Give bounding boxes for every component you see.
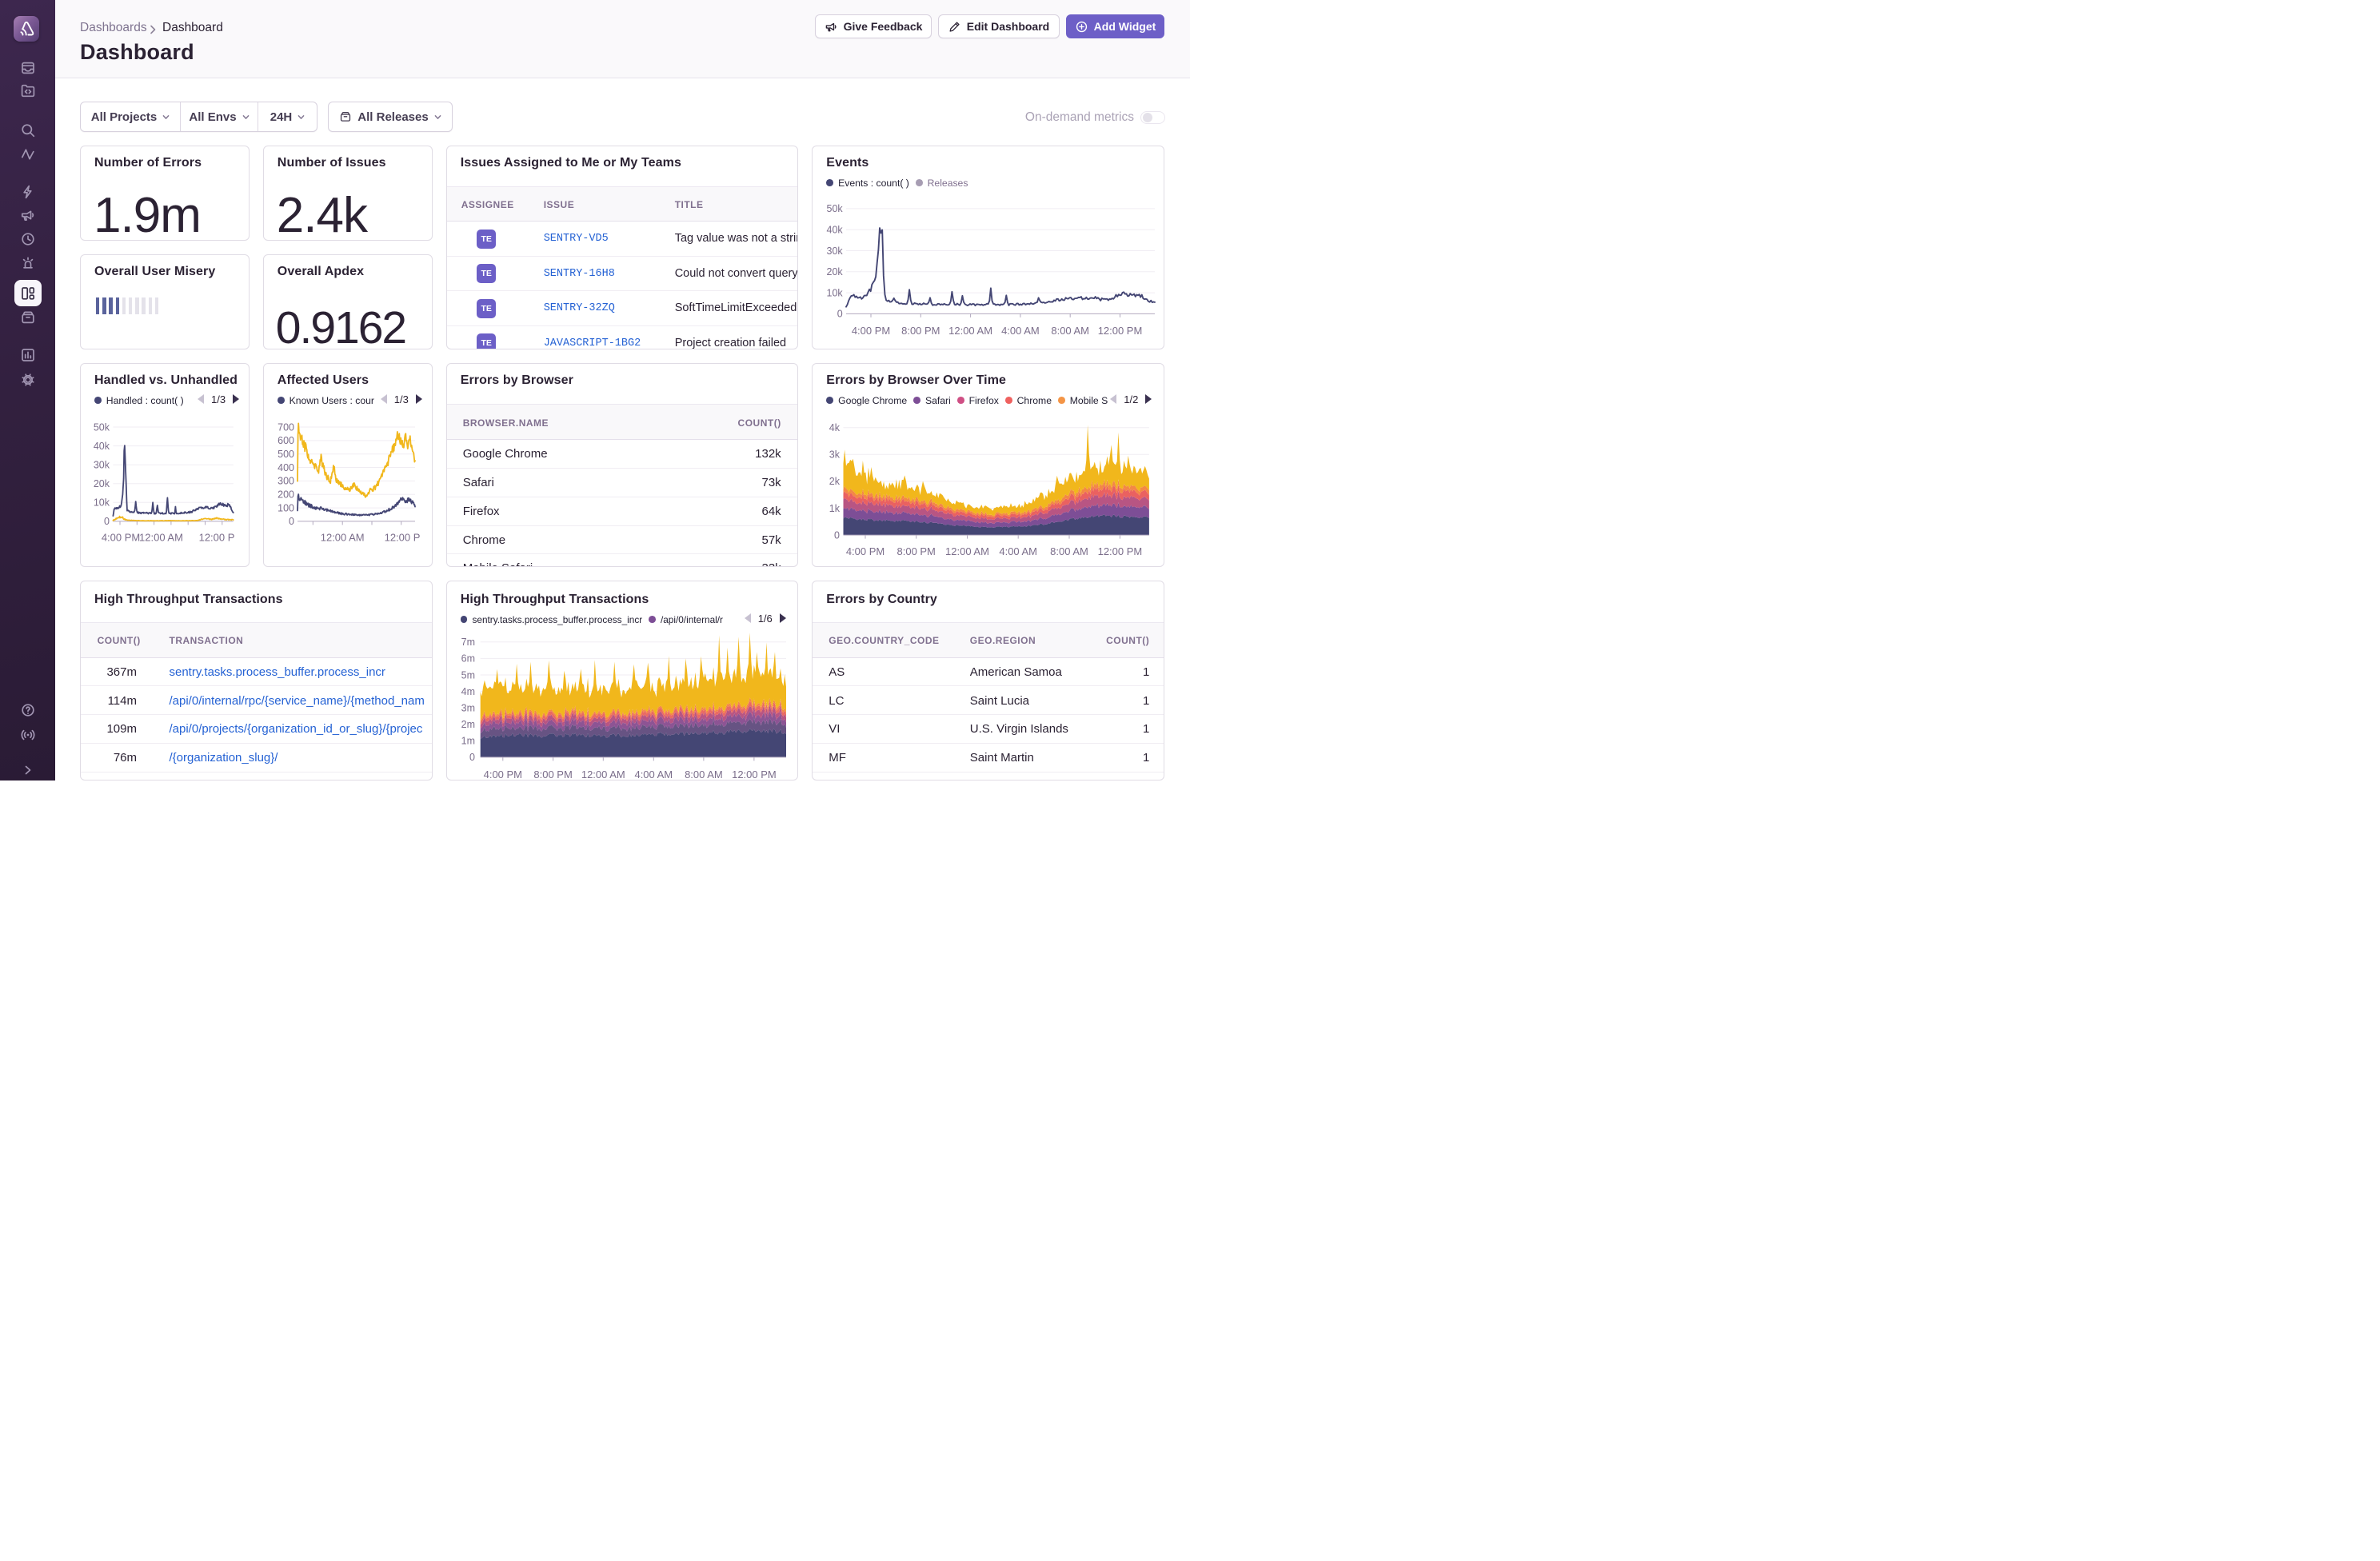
svg-text:4k: 4k: [829, 422, 841, 433]
svg-text:500: 500: [278, 449, 294, 460]
svg-text:400: 400: [278, 461, 294, 473]
svg-text:0: 0: [834, 529, 840, 541]
svg-text:1m: 1m: [461, 735, 474, 746]
svg-text:10k: 10k: [94, 497, 110, 508]
svg-text:4m: 4m: [461, 685, 474, 697]
svg-text:8:00 AM: 8:00 AM: [1050, 545, 1088, 557]
svg-text:7m: 7m: [461, 637, 474, 648]
svg-text:5m: 5m: [461, 669, 474, 681]
svg-text:200: 200: [278, 489, 294, 500]
svg-text:0: 0: [104, 516, 110, 527]
svg-text:4:00 AM: 4:00 AM: [1001, 324, 1040, 336]
svg-text:600: 600: [278, 435, 294, 446]
svg-text:3k: 3k: [829, 449, 841, 460]
svg-text:8:00 AM: 8:00 AM: [1052, 324, 1090, 336]
svg-text:12:00 AM: 12:00 AM: [581, 768, 625, 780]
svg-text:12:00 P: 12:00 P: [384, 531, 420, 543]
svg-text:12:00 AM: 12:00 AM: [948, 324, 992, 336]
svg-text:4:00 PM: 4:00 PM: [846, 545, 885, 557]
svg-text:40k: 40k: [94, 440, 110, 451]
svg-text:1k: 1k: [829, 502, 841, 513]
svg-text:20k: 20k: [827, 266, 844, 277]
svg-text:100: 100: [278, 502, 294, 513]
svg-text:0: 0: [289, 516, 294, 527]
svg-text:4:00 AM: 4:00 AM: [634, 768, 673, 780]
svg-text:8:00 PM: 8:00 PM: [533, 768, 572, 780]
svg-text:12:00 PM: 12:00 PM: [1098, 324, 1143, 336]
svg-text:12:00 P: 12:00 P: [199, 531, 235, 543]
svg-text:2k: 2k: [829, 476, 841, 487]
svg-text:4:00 PM: 4:00 PM: [102, 531, 140, 543]
svg-text:4:00 AM: 4:00 AM: [1000, 545, 1038, 557]
svg-text:40k: 40k: [827, 224, 844, 235]
svg-text:30k: 30k: [827, 245, 844, 256]
svg-text:12:00 AM: 12:00 AM: [139, 531, 183, 543]
svg-text:8:00 AM: 8:00 AM: [685, 768, 723, 780]
svg-text:300: 300: [278, 475, 294, 486]
svg-text:50k: 50k: [94, 421, 110, 433]
svg-text:12:00 PM: 12:00 PM: [732, 768, 777, 780]
svg-text:2m: 2m: [461, 718, 474, 729]
svg-text:12:00 AM: 12:00 AM: [321, 531, 365, 543]
svg-text:4:00 PM: 4:00 PM: [483, 768, 521, 780]
svg-text:0: 0: [469, 752, 475, 763]
svg-text:50k: 50k: [827, 203, 844, 214]
svg-text:4:00 PM: 4:00 PM: [852, 324, 890, 336]
svg-text:12:00 AM: 12:00 AM: [945, 545, 989, 557]
svg-text:6m: 6m: [461, 653, 474, 664]
svg-text:10k: 10k: [827, 287, 844, 298]
svg-text:8:00 PM: 8:00 PM: [901, 324, 940, 336]
svg-text:0: 0: [837, 308, 843, 319]
svg-text:20k: 20k: [94, 477, 110, 489]
svg-text:12:00 PM: 12:00 PM: [1098, 545, 1143, 557]
svg-text:700: 700: [278, 421, 294, 433]
svg-text:3m: 3m: [461, 702, 474, 713]
svg-text:30k: 30k: [94, 459, 110, 470]
svg-text:8:00 PM: 8:00 PM: [897, 545, 936, 557]
